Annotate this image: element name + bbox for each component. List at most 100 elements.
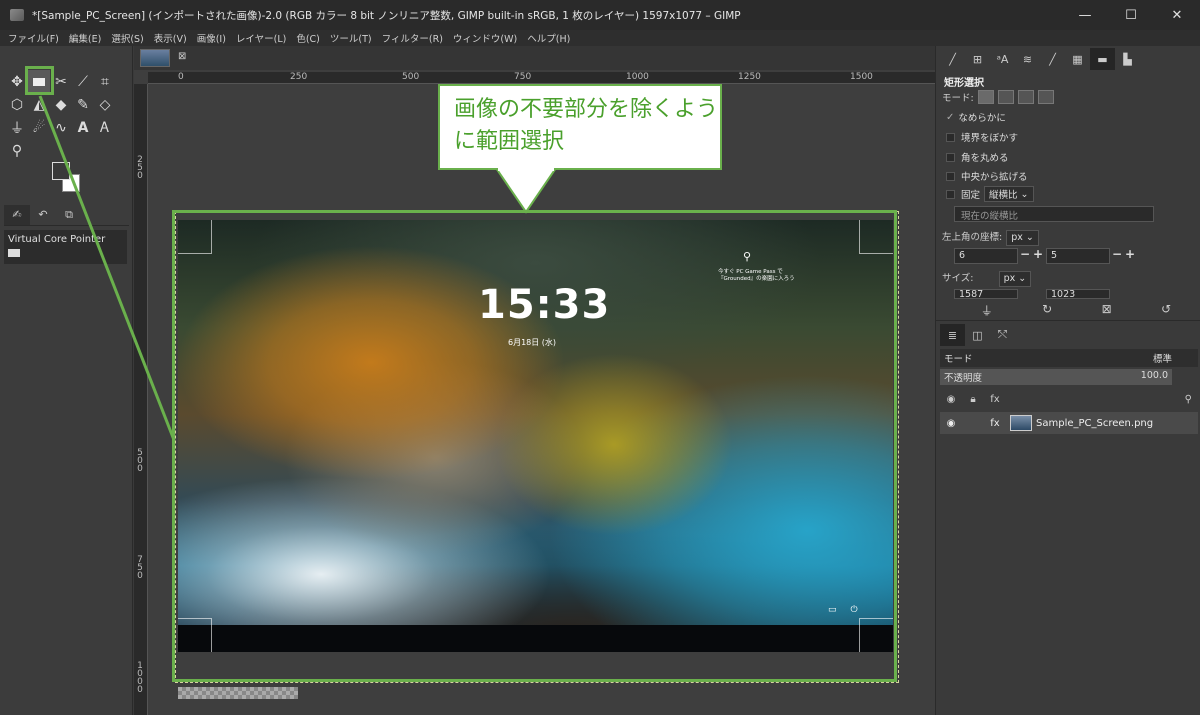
feather-label: 境界をぼかす xyxy=(961,133,1019,144)
smudge-icon[interactable]: ☄ xyxy=(28,116,50,139)
increment-icon[interactable]: + xyxy=(1033,247,1043,261)
menu-image[interactable]: 画像(I) xyxy=(197,31,226,45)
menu-layer[interactable]: レイヤー(L) xyxy=(236,31,286,45)
visibility-eye-icon[interactable]: ◉ xyxy=(940,418,962,429)
image-tab-thumbnail[interactable] xyxy=(140,49,170,67)
layer-mode-value[interactable]: 標準 xyxy=(1153,351,1172,365)
layer-list-header: ◉ 🔒︎ fx ⚲ xyxy=(940,389,1198,409)
mode-add-button[interactable] xyxy=(997,90,1014,104)
size-h-field[interactable]: 1023 xyxy=(1046,289,1110,299)
restore-icon[interactable]: ↻ xyxy=(1042,302,1052,319)
increment-icon[interactable]: + xyxy=(1125,247,1135,261)
size-w-field[interactable]: 1587 xyxy=(954,289,1018,299)
text-icon[interactable]: A xyxy=(72,116,94,139)
position-label: 左上角の座標: px ⌄ xyxy=(942,229,1039,246)
paths-tab-icon[interactable]: ⤲ xyxy=(990,324,1015,346)
undo-history-tab-icon[interactable]: ↶ xyxy=(30,205,56,225)
tool-options-tab-icon[interactable]: ▬ xyxy=(1090,48,1115,70)
position-unit-dropdown[interactable]: px ⌄ xyxy=(1006,229,1039,246)
eraser-icon[interactable]: ◇ xyxy=(94,93,116,116)
size-unit-dropdown[interactable]: px ⌄ xyxy=(998,270,1032,287)
opacity-label: 不透明度 xyxy=(944,373,983,384)
channels-tab-icon[interactable]: ◫ xyxy=(965,324,990,346)
zoom-icon[interactable]: ⚲ xyxy=(6,139,28,162)
antialias-checkbox[interactable]: ✓ なめらかに xyxy=(946,110,1006,125)
menu-edit[interactable]: 編集(E) xyxy=(69,31,101,45)
fixed-checkbox[interactable]: 固定 縦横比 ⌄ xyxy=(946,186,1034,202)
callout-arrow-icon xyxy=(496,168,556,214)
mode-replace-button[interactable] xyxy=(977,90,994,104)
expand-center-label: 中央から拡げる xyxy=(961,172,1028,183)
toolbox-tabs: ✍ ↶ ⧉ xyxy=(4,204,129,226)
tool-grid: ✥ ✂ ⟋ ⌗ ⬡ ◭ ◆ ✎ ◇ ⏚ ☄ ∿ A Ꭺ ⚲ xyxy=(6,70,116,162)
histogram-tab-icon[interactable]: ▙ xyxy=(1115,48,1140,70)
decrement-icon[interactable]: − xyxy=(1020,247,1030,261)
crop-icon[interactable]: ⌗ xyxy=(94,70,116,93)
canvas-area[interactable]: ⊠ 0 250 500 750 1000 1250 1500 2 5 0 5 0… xyxy=(134,46,935,715)
decrement-icon[interactable]: − xyxy=(1112,247,1122,261)
document-tab-icon[interactable]: ≋ xyxy=(1015,48,1040,70)
menu-file[interactable]: ファイル(F) xyxy=(8,31,59,45)
lock-icon: 🔒︎ xyxy=(970,393,976,405)
mode-subtract-button[interactable] xyxy=(1017,90,1034,104)
menu-tools[interactable]: ツール(T) xyxy=(330,31,372,45)
text-tool-icon[interactable]: Ꭺ xyxy=(94,116,116,139)
close-button[interactable]: ✕ xyxy=(1154,0,1200,30)
bucket-icon[interactable]: ◭ xyxy=(28,93,50,116)
gradient-tab-icon[interactable]: ▦ xyxy=(1065,48,1090,70)
position-x-field[interactable]: 6 xyxy=(954,248,1018,264)
feather-checkbox[interactable]: 境界をぼかす xyxy=(946,130,1018,144)
device-color-chip xyxy=(8,249,20,257)
device-status-panel: Virtual Core Pointer xyxy=(4,230,127,264)
images-tab-icon[interactable]: ⧉ xyxy=(56,205,82,225)
layer-thumbnail xyxy=(1010,415,1032,431)
paint-tab-icon[interactable]: ╱ xyxy=(1040,48,1065,70)
clone-icon[interactable]: ⏚ xyxy=(6,116,28,139)
minimize-button[interactable]: — xyxy=(1062,0,1108,30)
layers-tab-icon[interactable]: ≣ xyxy=(940,324,965,346)
pattern-tab-icon[interactable]: ⊞ xyxy=(965,48,990,70)
search-icon[interactable]: ⚲ xyxy=(1185,394,1192,405)
menu-select[interactable]: 選択(S) xyxy=(111,31,143,45)
menu-help[interactable]: ヘルプ(H) xyxy=(527,31,570,45)
selection-highlight-frame xyxy=(172,210,897,682)
save-preset-icon[interactable]: ⏚ xyxy=(981,302,993,319)
menu-colors[interactable]: 色(C) xyxy=(296,31,320,45)
ruler-h-label: 750 xyxy=(514,72,532,82)
foreground-color-swatch[interactable] xyxy=(52,162,70,180)
aspect-ratio-field[interactable]: 現在の縦横比 xyxy=(954,206,1154,222)
expand-center-checkbox[interactable]: 中央から拡げる xyxy=(946,169,1028,183)
image-tabs: ⊠ xyxy=(134,46,935,70)
rounded-label: 角を丸める xyxy=(961,153,1009,164)
fuzzy-select-icon[interactable]: ⟋ xyxy=(72,70,94,93)
layer-row[interactable]: ◉ fx Sample_PC_Screen.png xyxy=(940,412,1198,434)
callout-box: 画像の不要部分を除くように範囲選択 xyxy=(438,84,722,170)
mode-intersect-button[interactable] xyxy=(1037,90,1054,104)
font-tab-icon[interactable]: ᵃA xyxy=(990,48,1015,70)
ruler-h-label: 1500 xyxy=(850,72,873,82)
maximize-button[interactable]: ☐ xyxy=(1108,0,1154,30)
delete-icon[interactable]: ⊠ xyxy=(1102,302,1112,319)
ruler-h-label: 0 xyxy=(178,72,184,82)
mode-label: モード: xyxy=(942,93,974,104)
menu-view[interactable]: 表示(V) xyxy=(154,31,187,45)
vertical-ruler: 2 5 0 5 0 0 7 5 0 1 0 0 0 xyxy=(134,84,148,715)
fx-icon: fx xyxy=(990,417,1000,429)
rounded-corners-checkbox[interactable]: 角を丸める xyxy=(946,150,1009,164)
layer-mode-row[interactable]: モード 標準 xyxy=(940,349,1198,367)
position-y-field[interactable]: 5 xyxy=(1046,248,1110,264)
ruler-v-label: 5 0 0 xyxy=(137,448,143,474)
paintbrush-icon[interactable]: ✎ xyxy=(72,93,94,116)
menu-filters[interactable]: フィルター(R) xyxy=(382,31,443,45)
menu-windows[interactable]: ウィンドウ(W) xyxy=(453,31,517,45)
close-tab-icon[interactable]: ⊠ xyxy=(178,51,186,62)
window-controls: — ☐ ✕ xyxy=(1062,0,1200,30)
path-icon[interactable]: ∿ xyxy=(50,116,72,139)
fixed-dropdown[interactable]: 縦横比 ⌄ xyxy=(984,186,1034,202)
transform-icon[interactable]: ⬡ xyxy=(6,93,28,116)
fill-icon[interactable]: ◆ xyxy=(50,93,72,116)
reset-icon[interactable]: ↺ xyxy=(1161,302,1171,319)
device-status-tab-icon[interactable]: ✍ xyxy=(4,204,30,225)
opacity-slider[interactable]: 不透明度 100.0 xyxy=(940,369,1172,385)
brush-tab-icon[interactable]: ╱ xyxy=(940,48,965,70)
